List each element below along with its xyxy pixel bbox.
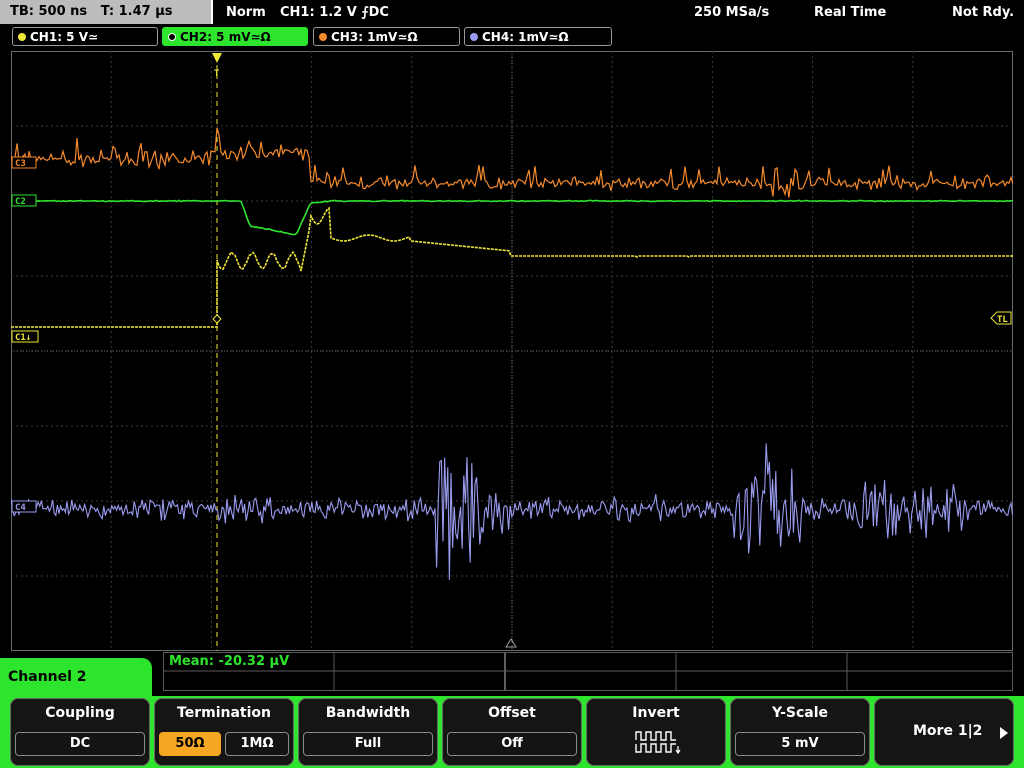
- graticule: [11, 51, 1013, 651]
- waveform-display[interactable]: T C3 C2 C1↓ C4 TL: [11, 51, 1013, 651]
- measurement-bar: [163, 652, 1013, 691]
- timebase-box[interactable]: TB: 500 ns T: 1.47 µs: [0, 0, 213, 24]
- termination-softkey[interactable]: Termination 50Ω 1MΩ: [154, 698, 294, 766]
- invert-title: Invert: [632, 705, 680, 721]
- ch1-color-dot: [18, 33, 26, 41]
- tab-ch3[interactable]: CH3: 1mV≃Ω: [313, 27, 460, 46]
- coupling-softkey[interactable]: Coupling DC: [10, 698, 150, 766]
- termination-50ohm-option[interactable]: 50Ω: [159, 732, 221, 756]
- bandwidth-value[interactable]: Full: [303, 732, 433, 756]
- trigger-position-label: T: [214, 69, 220, 79]
- invert-icon: [635, 731, 681, 755]
- status-bar: Norm CH1: 1.2 V ⨍DC 250 MSa/s Real Time …: [216, 0, 1024, 24]
- tab-ch4[interactable]: CH4: 1mV≃Ω: [464, 27, 612, 46]
- offset-title: Offset: [488, 705, 536, 721]
- tab-ch1[interactable]: CH1: 5 V≃: [12, 27, 158, 46]
- tab-ch1-label: CH1: 5 V≃: [30, 30, 99, 44]
- ch3-color-dot: [319, 33, 327, 41]
- acquisition-status: Not Rdy.: [952, 5, 1015, 20]
- ch3-marker-label: C3: [15, 159, 26, 169]
- bandwidth-title: Bandwidth: [325, 705, 411, 721]
- tab-ch3-label: CH3: 1mV≃Ω: [331, 30, 418, 44]
- tab-ch4-label: CH4: 1mV≃Ω: [482, 30, 569, 44]
- timebase-readout: TB: 500 ns: [10, 4, 88, 19]
- termination-title: Termination: [177, 705, 271, 721]
- termination-1mohm-option[interactable]: 1MΩ: [225, 732, 289, 756]
- tab-ch2-label: CH2: 5 mV≃Ω: [180, 30, 271, 44]
- trigger-level-label: TL: [997, 315, 1008, 325]
- ch2-marker-label: C2: [15, 197, 26, 207]
- more-label: More 1|2: [913, 723, 983, 739]
- yscale-value[interactable]: 5 mV: [735, 732, 865, 756]
- ch2-marker[interactable]: C2: [11, 194, 37, 207]
- bandwidth-softkey[interactable]: Bandwidth Full: [298, 698, 438, 766]
- yscale-softkey[interactable]: Y-Scale 5 mV: [730, 698, 870, 766]
- trigger-mode[interactable]: Norm: [226, 2, 266, 24]
- offset-softkey[interactable]: Offset Off: [442, 698, 582, 766]
- ch1-marker[interactable]: C1↓: [11, 330, 39, 343]
- measurement-mean: Mean: -20.32 µV: [169, 654, 290, 669]
- trigger-setting[interactable]: CH1: 1.2 V ⨍DC: [280, 2, 389, 24]
- yscale-title: Y-Scale: [771, 705, 828, 721]
- ch2-color-dot: [168, 33, 176, 41]
- ch1-marker-label: C1↓: [15, 333, 31, 343]
- invert-softkey[interactable]: Invert: [586, 698, 726, 766]
- tab-ch2[interactable]: CH2: 5 mV≃Ω: [162, 27, 308, 46]
- coupling-value[interactable]: DC: [15, 732, 145, 756]
- ch3-marker[interactable]: C3: [11, 156, 37, 169]
- trigger-time-readout: T: 1.47 µs: [100, 4, 173, 19]
- menu-title: Channel 2: [0, 658, 152, 698]
- offset-value[interactable]: Off: [447, 732, 577, 756]
- coupling-title: Coupling: [45, 705, 115, 721]
- acquisition-mode: Real Time: [814, 5, 887, 20]
- ch4-marker-label: C4: [15, 503, 26, 513]
- more-softkey[interactable]: More 1|2: [874, 698, 1014, 766]
- next-page-icon: [1000, 727, 1008, 739]
- ch4-marker[interactable]: C4: [11, 500, 37, 513]
- sample-rate: 250 MSa/s: [694, 5, 770, 20]
- ch4-color-dot: [470, 33, 478, 41]
